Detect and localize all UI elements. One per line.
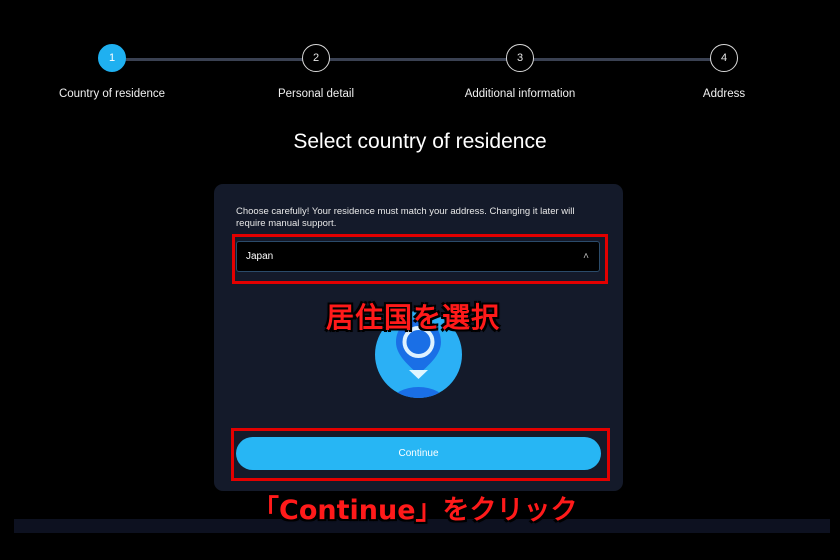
step-label: Personal detail xyxy=(277,88,355,100)
step-number-badge: 4 xyxy=(710,44,738,72)
continue-highlight-box xyxy=(231,428,610,481)
step-number-badge: 1 xyxy=(98,44,126,72)
step-number-badge: 3 xyxy=(506,44,534,72)
residence-notice: Choose carefully! Your residence must ma… xyxy=(236,206,575,229)
select-annotation: 居住国を選択 xyxy=(326,301,501,334)
progress-stepper: 1 Country of residence 2 Personal detail… xyxy=(0,44,840,114)
continue-annotation: 「Continue」をクリック xyxy=(252,495,578,526)
step-label: Address xyxy=(702,88,746,100)
step-number-badge: 2 xyxy=(302,44,330,72)
select-highlight-box xyxy=(232,234,608,284)
step-country-of-residence: 1 Country of residence xyxy=(32,44,192,100)
step-additional-information: 3 Additional information xyxy=(440,44,600,100)
step-personal-detail: 2 Personal detail xyxy=(236,44,396,100)
page-title: Select country of residence xyxy=(293,130,547,153)
step-address: 4 Address xyxy=(644,44,804,100)
step-label: Country of residence xyxy=(58,88,166,100)
step-label: Additional information xyxy=(464,88,576,100)
